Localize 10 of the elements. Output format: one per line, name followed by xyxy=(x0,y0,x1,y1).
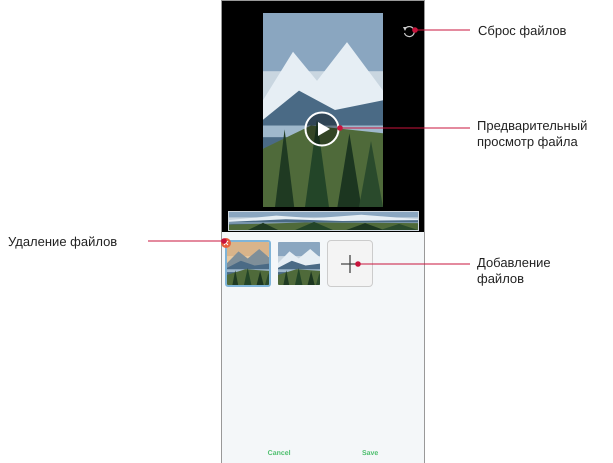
callout-label: Предварительный просмотр файла xyxy=(477,118,588,150)
leader-line xyxy=(412,27,473,33)
callout-label: Удаление файлов xyxy=(8,234,118,250)
file-thumbnail[interactable] xyxy=(276,240,322,287)
callout-label: Добавление файлов xyxy=(477,255,551,286)
reset-icon[interactable] xyxy=(402,25,416,39)
add-button[interactable] xyxy=(327,240,373,287)
callout-label: Сброс файлов xyxy=(478,23,566,39)
file-thumbnail[interactable] xyxy=(225,240,271,287)
play-icon[interactable] xyxy=(304,111,340,147)
